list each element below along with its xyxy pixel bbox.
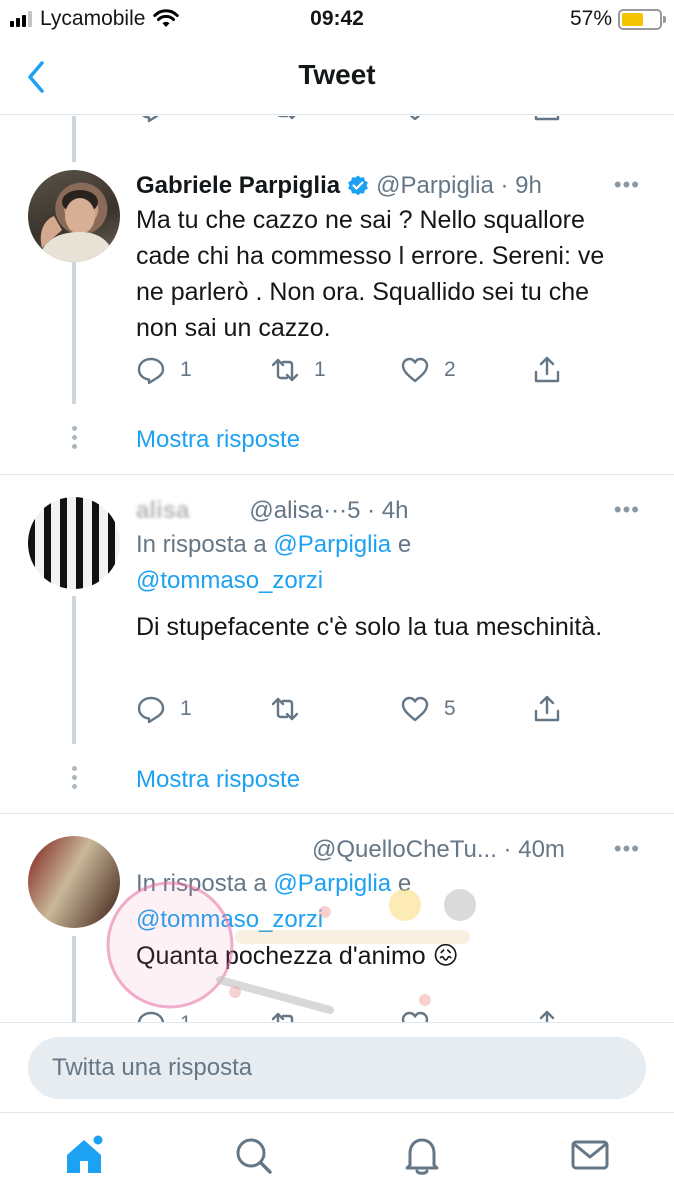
avatar[interactable] <box>28 170 120 262</box>
reply-icon <box>137 696 165 724</box>
avatar[interactable] <box>28 497 120 589</box>
retweet-button[interactable] <box>270 1004 300 1022</box>
like-button[interactable] <box>400 1004 430 1022</box>
author-name[interactable]: Gabriele Parpiglia <box>136 172 340 200</box>
status-right: 57% <box>569 7 666 31</box>
reply-button[interactable]: 1 <box>136 350 192 390</box>
thread-continuation-icon <box>70 426 78 449</box>
heart-icon <box>409 116 421 121</box>
nav-bar: Tweet <box>0 40 674 115</box>
previous-tweet-actions: 1 10 <box>0 116 674 128</box>
retweet-button[interactable] <box>270 689 314 729</box>
reply-icon <box>137 1011 165 1022</box>
thread-line <box>72 596 76 744</box>
reply-button[interactable]: 1 <box>136 689 192 729</box>
divider <box>0 474 674 475</box>
show-replies-link[interactable]: Mostra risposte <box>136 766 300 794</box>
mention-link[interactable]: @Parpiglia <box>273 870 391 897</box>
share-icon <box>539 1010 555 1022</box>
tweet-header: alisa @alisa···5 · 4h <box>136 497 654 525</box>
tweet-actions: 1 1 2 <box>136 350 576 390</box>
retweet-icon <box>271 697 299 721</box>
thread-continuation-icon <box>70 766 78 789</box>
search-icon[interactable] <box>231 1133 275 1177</box>
status-bar: Lycamobile 09:42 57% <box>0 0 674 40</box>
author-handle-time: @Parpiglia · 9h <box>376 172 542 199</box>
reply-context: In risposta a @Parpiglia e @tommaso_zorz… <box>136 527 636 599</box>
reply-count: 1 <box>180 116 192 120</box>
author-name[interactable]: alisa <box>136 497 189 525</box>
like-count: 10 <box>444 116 467 120</box>
author-handle-time: @alisa···5 · 4h <box>249 497 409 524</box>
mention-link[interactable]: @tommaso_zorzi <box>136 906 323 933</box>
tweet-header: Gabriele Parpiglia @Parpiglia · 9h <box>136 172 654 200</box>
like-button[interactable]: 5 <box>400 689 456 729</box>
share-icon <box>534 695 560 722</box>
thread-line <box>72 116 76 162</box>
retweet-button[interactable] <box>270 116 300 128</box>
like-button[interactable]: 10 <box>400 116 467 128</box>
heart-icon <box>401 696 429 722</box>
reply-icon <box>142 116 160 123</box>
messages-icon[interactable] <box>568 1133 612 1177</box>
reply-input[interactable] <box>28 1037 646 1099</box>
reply-count: 1 <box>180 1012 192 1022</box>
share-button[interactable] <box>532 116 562 128</box>
mention-link[interactable]: @Parpiglia <box>273 531 391 558</box>
retweet-icon <box>278 116 296 120</box>
avatar-image <box>38 190 116 262</box>
share-button[interactable] <box>532 689 562 729</box>
notifications-icon[interactable] <box>400 1133 444 1177</box>
home-icon[interactable] <box>62 1133 106 1177</box>
show-replies-link[interactable]: Mostra risposte <box>136 426 300 454</box>
like-button[interactable]: 2 <box>400 350 456 390</box>
retweet-icon <box>271 1012 294 1022</box>
tweet-header: @QuelloCheTu... · 40m <box>136 836 654 864</box>
reply-conjunction: e <box>391 870 412 897</box>
reply-prefix: In risposta a <box>136 531 274 558</box>
tweet-thread[interactable]: 1 10 Gabriele Parpiglia <box>0 116 674 1022</box>
reply-icon <box>137 357 165 385</box>
more-options-icon[interactable]: ••• <box>614 172 640 198</box>
tweet-text: Quanta pochezza d'animo 😖 <box>136 942 459 970</box>
divider <box>0 813 674 814</box>
reply-count: 1 <box>180 697 192 720</box>
share-icon <box>534 116 560 121</box>
more-options-icon[interactable]: ••• <box>614 497 640 523</box>
reply-count: 1 <box>180 358 192 381</box>
reply-button[interactable]: 1 <box>136 116 192 128</box>
retweet-icon <box>271 358 299 382</box>
reply-context: In risposta a @Parpiglia e @tommaso_zorz… <box>136 866 636 938</box>
heart-icon <box>401 357 429 383</box>
like-count: 2 <box>444 358 456 381</box>
page-title: Tweet <box>298 59 376 90</box>
battery-icon <box>618 8 666 30</box>
share-button[interactable] <box>532 1004 562 1022</box>
retweet-count: 1 <box>314 358 326 381</box>
tweet-actions: 1 5 <box>136 689 576 729</box>
share-button[interactable] <box>532 350 562 390</box>
like-count: 5 <box>444 697 456 720</box>
battery-percentage: 57% <box>569 7 612 30</box>
tab-bar <box>0 1112 674 1200</box>
reply-composer <box>0 1022 674 1112</box>
reply-button[interactable]: 1 <box>136 1004 192 1022</box>
retweet-button[interactable]: 1 <box>270 350 326 390</box>
share-icon <box>534 356 560 383</box>
tweet-text: Ma tu che cazzo ne sai ? Nello squallore… <box>136 206 605 342</box>
author-handle-time: @QuelloCheTu... · 40m <box>312 836 565 863</box>
reply-conjunction: e <box>391 531 412 558</box>
more-options-icon[interactable]: ••• <box>614 836 640 862</box>
avatar[interactable] <box>28 836 120 928</box>
mention-link[interactable]: @tommaso_zorzi <box>136 567 323 594</box>
tweet-actions: 1 <box>136 1004 576 1022</box>
tweet-text: Di stupefacente c'è solo la tua meschini… <box>136 613 603 641</box>
thread-line <box>72 262 76 404</box>
reply-prefix: In risposta a <box>136 870 274 897</box>
thread-line <box>72 936 76 1022</box>
verified-badge-icon <box>348 175 368 196</box>
heart-icon <box>401 1011 429 1022</box>
